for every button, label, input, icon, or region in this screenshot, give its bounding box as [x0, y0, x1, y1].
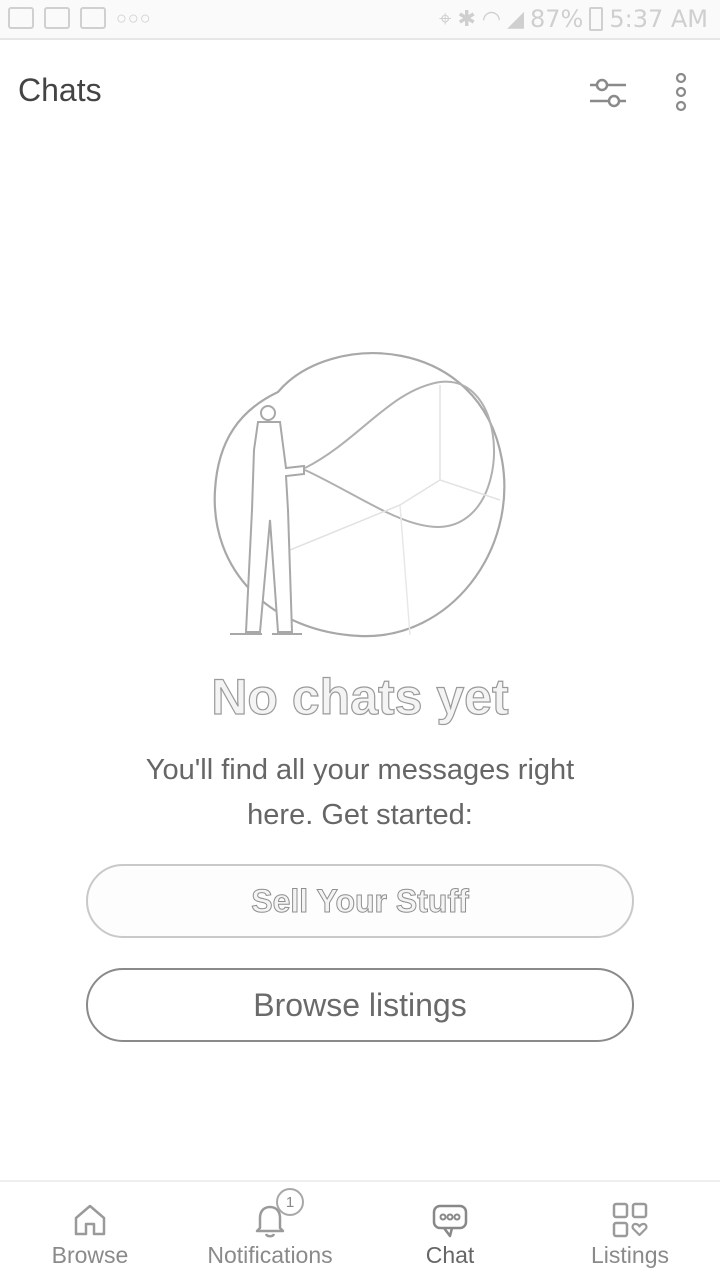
grid-heart-icon: [612, 1202, 648, 1238]
wifi-icon: ◠: [481, 6, 502, 32]
chats-screen: ○○○ ⌖ ✱ ◠ ◢ 87% 5:37 AM Chats No chats y…: [0, 0, 720, 1280]
page-title: Chats: [18, 72, 102, 108]
battery-icon: [589, 7, 604, 31]
filter-button[interactable]: [586, 72, 630, 116]
browse-listings-button[interactable]: Browse listings: [86, 968, 634, 1042]
chat-bubble-icon: [432, 1204, 468, 1238]
status-bar: ○○○ ⌖ ✱ ◠ ◢ 87% 5:37 AM: [0, 0, 720, 40]
bluetooth-icon: ✱: [457, 6, 476, 32]
nav-label-browse: Browse: [51, 1242, 129, 1268]
overflow-menu-button[interactable]: [664, 70, 698, 116]
signal-icon: ◢: [507, 6, 524, 32]
status-left-icons: ○○○: [8, 7, 152, 29]
more-vertical-icon: [675, 72, 687, 112]
nav-label-chat: Chat: [425, 1242, 475, 1268]
app-bar: Chats: [0, 42, 720, 142]
message-icon: [8, 7, 34, 29]
more-notifications-icon: ○○○: [116, 7, 152, 28]
empty-state-description: You'll find all your messages right here…: [145, 754, 575, 831]
sliders-icon: [590, 78, 626, 108]
location-icon: ⌖: [439, 6, 452, 32]
notification-badge: 1: [276, 1188, 304, 1216]
bottom-nav: Browse 1 Notifications Chat Listings: [0, 1180, 720, 1280]
nav-item-notifications[interactable]: 1 Notifications: [180, 1182, 360, 1280]
home-icon: [74, 1204, 106, 1236]
sell-your-stuff-button[interactable]: Sell Your Stuff: [86, 864, 634, 938]
checklist-icon: [44, 7, 70, 29]
status-right: ⌖ ✱ ◠ ◢ 87% 5:37 AM: [439, 5, 708, 33]
empty-state-title: No chats yet: [211, 668, 510, 725]
battery-percent: 87%: [530, 5, 584, 33]
nav-label-notifications: Notifications: [207, 1242, 333, 1268]
nav-item-listings[interactable]: Listings: [540, 1182, 720, 1280]
nav-item-chat[interactable]: Chat: [360, 1182, 540, 1280]
gmail-icon: [80, 7, 106, 29]
nav-item-browse[interactable]: Browse: [0, 1182, 180, 1280]
nav-label-listings: Listings: [591, 1242, 669, 1268]
empty-chats-illustration: [213, 352, 506, 638]
clock: 5:37 AM: [609, 5, 708, 33]
